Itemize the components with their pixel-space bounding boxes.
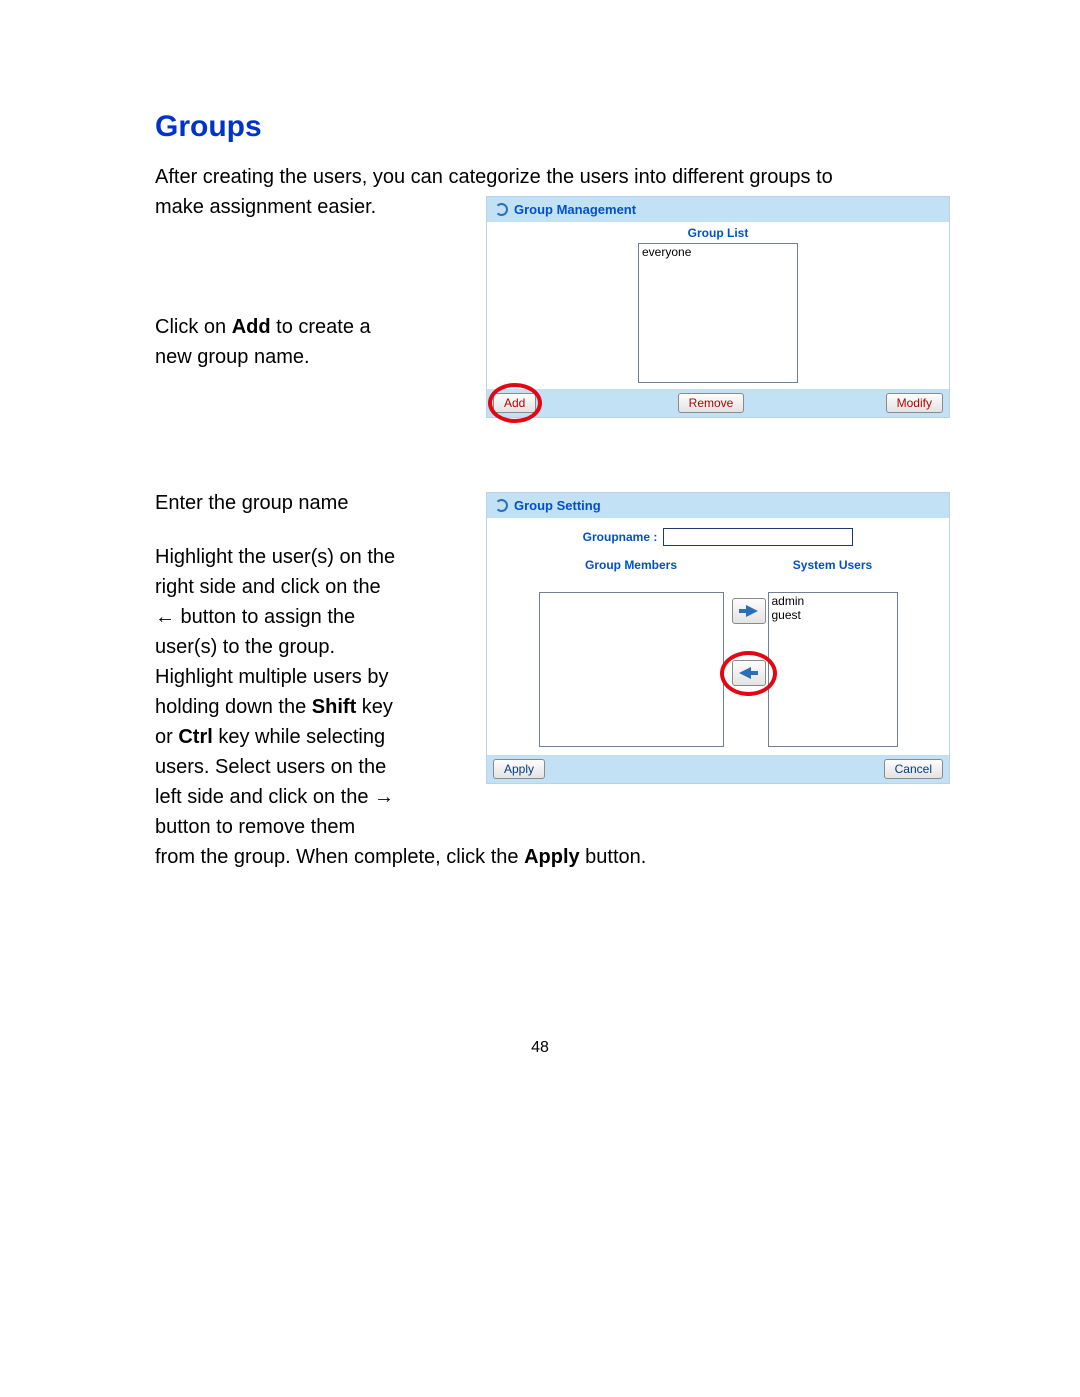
group-listbox[interactable]: everyone	[638, 243, 798, 383]
text-fragment: holding down the	[155, 696, 312, 718]
group-setting-title: Group Setting	[514, 498, 601, 513]
group-setting-footer: Apply Cancel	[487, 755, 949, 783]
list-item[interactable]: admin	[772, 594, 894, 608]
text-fragment: right side and click on the	[155, 576, 381, 598]
group-members-listbox[interactable]	[539, 592, 724, 747]
text-fragment: from the group. When complete, click the	[155, 846, 524, 868]
text-fragment: key while selecting	[213, 726, 385, 748]
group-management-title: Group Management	[514, 202, 636, 217]
text-fragment: to create a	[271, 316, 371, 338]
text-fragment: user(s) to the group.	[155, 636, 335, 658]
text-fragment: key	[356, 696, 393, 718]
intro-line-1: After creating the users, you can catego…	[155, 162, 950, 192]
text-fragment: button.	[580, 846, 647, 868]
arrow-left-button[interactable]	[732, 660, 766, 686]
group-management-panel: Group Management Group List everyone Add…	[486, 196, 950, 418]
group-setting-panel: Group Setting Groupname : Group Members	[486, 492, 950, 784]
bold-apply: Apply	[524, 846, 580, 868]
text-fragment: Highlight multiple users by	[155, 666, 388, 688]
group-management-footer: Add Remove Modify	[487, 389, 949, 417]
group-management-header: Group Management	[487, 197, 949, 222]
group-list-label: Group List	[493, 226, 943, 240]
text-fragment: or	[155, 726, 178, 748]
groupname-input[interactable]	[663, 528, 853, 546]
text-fragment: new group name.	[155, 346, 310, 368]
group-members-label: Group Members	[539, 558, 724, 572]
page-number: 48	[0, 1039, 1080, 1057]
refresh-icon	[495, 203, 508, 216]
group-setting-header: Group Setting	[487, 493, 949, 518]
bold-shift: Shift	[312, 696, 356, 718]
refresh-icon	[495, 499, 508, 512]
text-fragment: left side and click on the →	[155, 786, 394, 808]
list-item[interactable]: everyone	[642, 245, 794, 259]
bold-add: Add	[232, 316, 271, 338]
text-fragment: ← button to assign the	[155, 606, 355, 628]
apply-button[interactable]: Apply	[493, 759, 545, 779]
arrow-right-button[interactable]	[732, 598, 766, 624]
system-users-listbox[interactable]: admin guest	[768, 592, 898, 747]
text-fragment: users. Select users on the	[155, 756, 386, 778]
bold-ctrl: Ctrl	[178, 726, 212, 748]
section-heading: Groups	[155, 110, 950, 144]
instruction-apply: from the group. When complete, click the…	[155, 842, 950, 872]
groupname-label: Groupname :	[583, 530, 658, 544]
add-button[interactable]: Add	[493, 393, 536, 413]
modify-button[interactable]: Modify	[886, 393, 943, 413]
text-fragment: Highlight the user(s) on the	[155, 546, 395, 568]
list-item[interactable]: guest	[772, 608, 894, 622]
system-users-label: System Users	[768, 558, 898, 572]
cancel-button[interactable]: Cancel	[884, 759, 943, 779]
text-fragment: button to remove them	[155, 816, 355, 838]
remove-button[interactable]: Remove	[678, 393, 745, 413]
text-fragment: Click on	[155, 316, 232, 338]
